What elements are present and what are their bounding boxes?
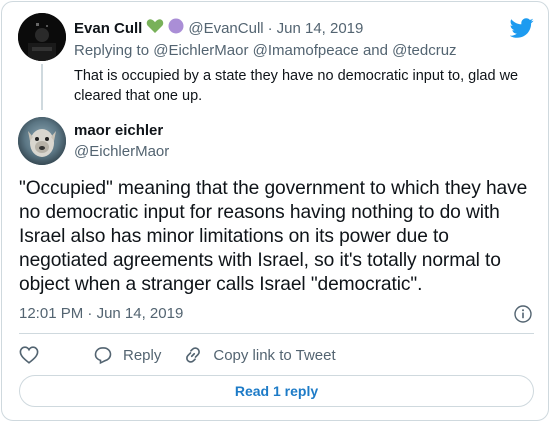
reply-author-name[interactable]: Evan Cull <box>74 20 142 37</box>
purple-circle-icon <box>168 18 184 38</box>
mention-tedcruz[interactable]: @tedcruz <box>392 42 456 59</box>
info-icon[interactable] <box>514 305 532 323</box>
tweet-actions: Reply Copy link to Tweet <box>19 345 358 365</box>
maor-eichler-avatar[interactable] <box>18 117 66 165</box>
link-icon <box>186 347 201 363</box>
replying-to-line: Replying to @EichlerMaor @Imamofpeace an… <box>74 42 457 59</box>
green-heart-icon <box>146 18 164 38</box>
reply-header: Evan Cull @EvanCull · Jun 14, 2019 <box>74 18 363 38</box>
like-button[interactable] <box>19 346 39 364</box>
reply-button[interactable]: Reply <box>93 345 161 365</box>
mention-join: and <box>362 42 388 59</box>
replying-prefix: Replying to <box>74 42 150 59</box>
mention-eichlermaor[interactable]: @EichlerMaor <box>153 42 248 59</box>
thread-connector <box>41 64 43 110</box>
tweet-time[interactable]: 12:01 PM <box>19 305 83 322</box>
reply-tweet-text: That is occupied by a state they have no… <box>74 68 519 104</box>
tweet-date[interactable]: Jun 14, 2019 <box>97 305 184 322</box>
tweet-embed-card: Evan Cull @EvanCull · Jun 14, 2019 Reply… <box>1 1 549 421</box>
reply-date[interactable]: Jun 14, 2019 <box>277 20 364 37</box>
read-replies-button[interactable]: Read 1 reply <box>19 375 534 407</box>
twitter-bird-icon[interactable] <box>510 16 534 40</box>
mention-imamofpeace[interactable]: @Imamofpeace <box>253 42 359 59</box>
read-replies-label[interactable]: Read 1 reply <box>235 383 318 399</box>
copy-link-button[interactable]: Copy link to Tweet <box>183 345 336 365</box>
actions-divider <box>19 333 534 334</box>
reply-bubble-icon <box>94 347 112 365</box>
reply-separator: · <box>267 19 273 37</box>
heart-icon <box>19 346 39 364</box>
reply-label[interactable]: Reply <box>123 347 161 364</box>
evan-cull-avatar[interactable] <box>18 13 66 61</box>
main-tweet-text: "Occupied" meaning that the government t… <box>19 178 528 295</box>
timestamp-separator: · <box>87 305 93 322</box>
main-author-handle[interactable]: @EichlerMaor <box>74 143 169 160</box>
reply-author-handle[interactable]: @EvanCull <box>188 20 263 37</box>
main-author-name[interactable]: maor eichler <box>74 122 163 139</box>
copy-link-label[interactable]: Copy link to Tweet <box>213 347 335 364</box>
tweet-timestamp[interactable]: 12:01 PM · Jun 14, 2019 <box>19 305 183 322</box>
